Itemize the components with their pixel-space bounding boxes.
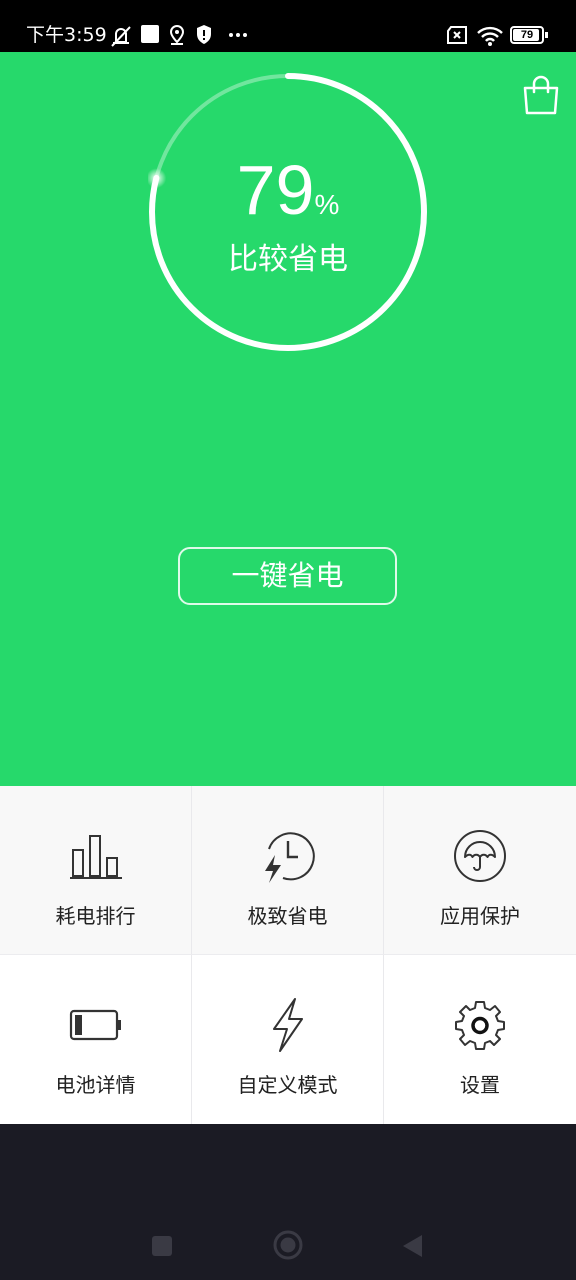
grid-item-extreme-saving[interactable]: 极致省电 bbox=[192, 786, 384, 955]
back-icon[interactable] bbox=[400, 1232, 426, 1260]
grid-item-label: 设置 bbox=[460, 1073, 500, 1097]
recents-icon[interactable] bbox=[150, 1234, 174, 1258]
home-icon[interactable] bbox=[272, 1229, 304, 1261]
battery-percentage: 79% bbox=[0, 152, 576, 228]
battery-hero: 79% 比较省电 一键省电 bbox=[0, 52, 576, 786]
grid-item-custom-mode[interactable]: 自定义模式 bbox=[192, 955, 384, 1124]
bar-chart-icon bbox=[69, 835, 122, 879]
shopping-bag-icon[interactable] bbox=[520, 74, 562, 116]
status-time: 下午3:59 bbox=[26, 24, 107, 46]
shield-icon bbox=[197, 25, 211, 44]
grid-item-label: 电池详情 bbox=[55, 1073, 136, 1097]
battery-percent-sign: % bbox=[314, 189, 340, 220]
feature-grid: 耗电排行 极致省电 应用保护 电池详情 自定义模式 设置 bbox=[0, 786, 576, 1124]
grid-item-label: 应用保护 bbox=[440, 904, 520, 928]
battery-icon: 79 bbox=[510, 26, 548, 44]
battery-percent-value: 79 bbox=[236, 151, 315, 229]
clock-lightning-icon bbox=[264, 832, 315, 883]
battery-icon bbox=[69, 1009, 121, 1041]
battery-level-text: 79 bbox=[520, 29, 534, 41]
status-bar: 下午3:59 79 bbox=[0, 0, 576, 52]
grid-item-app-protection[interactable]: 应用保护 bbox=[384, 786, 576, 955]
grid-item-power-ranking[interactable]: 耗电排行 bbox=[0, 786, 192, 955]
gear-icon bbox=[455, 1001, 505, 1050]
one-click-save-button[interactable]: 一键省电 bbox=[178, 547, 397, 605]
lightning-icon bbox=[272, 998, 303, 1052]
navigation-bar bbox=[0, 1124, 576, 1280]
grid-item-settings[interactable]: 设置 bbox=[384, 955, 576, 1124]
wifi-icon bbox=[477, 26, 503, 46]
grid-item-label: 自定义模式 bbox=[237, 1073, 338, 1097]
grid-item-label: 极致省电 bbox=[247, 904, 328, 928]
grid-item-label: 耗电排行 bbox=[55, 904, 136, 928]
location-icon bbox=[169, 24, 185, 45]
sim-icon bbox=[447, 26, 467, 44]
umbrella-icon bbox=[454, 830, 506, 882]
battery-status-label: 比较省电 bbox=[228, 242, 348, 277]
square-icon bbox=[141, 25, 159, 43]
mute-icon bbox=[111, 26, 131, 47]
more-icon bbox=[229, 33, 247, 37]
grid-item-battery-details[interactable]: 电池详情 bbox=[0, 955, 192, 1124]
